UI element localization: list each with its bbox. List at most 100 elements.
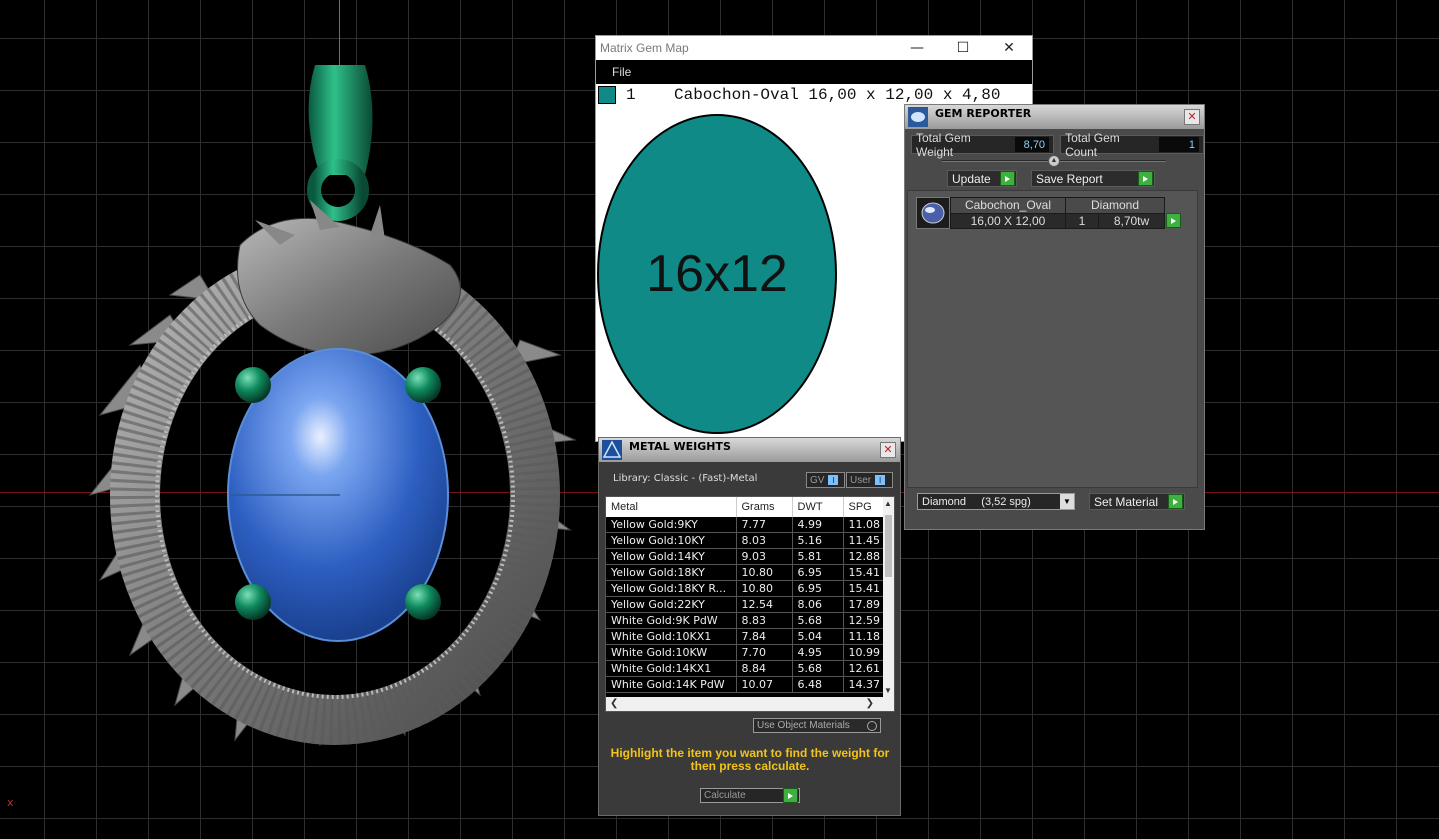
cell-grams: 8.83 <box>736 612 793 629</box>
chevron-down-icon[interactable]: ▼ <box>1060 494 1074 509</box>
cell-grams: 8.03 <box>736 532 793 549</box>
gem-reporter-titlebar[interactable]: GEM REPORTER ✕ <box>905 105 1204 129</box>
calculate-button[interactable]: Calculate <box>700 788 800 803</box>
cell-metal: White Gold:10KW <box>606 644 737 661</box>
scroll-up-icon[interactable]: ▲ <box>884 499 892 508</box>
update-button[interactable]: Update <box>947 170 1017 187</box>
gem-material: Diamond <box>1065 197 1165 214</box>
table-row[interactable]: Yellow Gold:22KY 12.54 8.06 17.89 <box>606 596 887 613</box>
dragon-pendant-model[interactable] <box>80 55 580 755</box>
menu-bar: File <box>596 60 1032 84</box>
cell-grams: 12.54 <box>736 596 793 613</box>
table-row[interactable]: White Gold:14KX1 8.84 5.68 12.61 <box>606 660 887 677</box>
minimize-icon[interactable]: — <box>894 36 940 60</box>
material-select[interactable]: Diamond (3,52 spg) ▼ <box>917 493 1075 510</box>
column-header-spg[interactable]: SPG <box>843 497 887 517</box>
panel-title: GEM REPORTER <box>935 107 1032 120</box>
cell-grams: 8.84 <box>736 660 793 677</box>
total-gem-count: Total Gem Count 1 <box>1060 131 1204 159</box>
table-row[interactable]: Yellow Gold:18KY 10.80 6.95 15.41 <box>606 564 887 581</box>
gem-size: 16,00 X 12,00 <box>950 212 1066 229</box>
table-row[interactable]: White Gold:14K PdW 10.07 6.48 14.37 <box>606 676 887 693</box>
gem-list-item[interactable]: Cabochon_Oval Diamond 16,00 X 12,00 1 8,… <box>916 197 1182 229</box>
gem-item-arrow-icon[interactable] <box>1166 213 1181 228</box>
cell-metal: Yellow Gold:18KY <box>606 564 737 581</box>
menu-file[interactable]: File <box>596 65 631 79</box>
table-row[interactable]: White Gold:9K PdW 8.83 5.68 12.59 <box>606 612 887 629</box>
total-gem-count-label: Total Gem Count <box>1065 130 1120 159</box>
cell-spg: 17.89 <box>843 596 887 613</box>
cell-grams: 10.80 <box>736 564 793 581</box>
table-row[interactable]: Yellow Gold:14KY 9.03 5.81 12.88 <box>606 548 887 565</box>
scroll-thumb[interactable] <box>885 515 892 577</box>
gem-count: 1 <box>1065 212 1099 229</box>
cell-grams: 10.80 <box>736 580 793 597</box>
scroll-left-icon[interactable]: ❮ <box>610 698 618 709</box>
metal-weights-titlebar[interactable]: METAL WEIGHTS ✕ <box>599 438 900 462</box>
gem-shape: Cabochon_Oval <box>950 197 1066 214</box>
cell-spg: 15.41 <box>843 564 887 581</box>
close-icon[interactable]: ✕ <box>880 442 896 458</box>
cell-metal: Yellow Gold:10KY <box>606 532 737 549</box>
axis-label: x <box>7 796 14 809</box>
close-icon[interactable]: ✕ <box>1184 109 1200 125</box>
cell-spg: 11.18 <box>843 628 887 645</box>
cell-spg: 14.37 <box>843 676 887 693</box>
column-header-metal[interactable]: Metal <box>606 497 737 517</box>
cell-dwt: 5.68 <box>792 612 844 629</box>
set-material-button[interactable]: Set Material <box>1089 493 1185 510</box>
metal-table: Metal Grams DWT SPG Yellow Gold:9KY 7.77 4… <box>606 497 887 693</box>
user-label: User <box>850 474 872 486</box>
cell-spg: 15.41 <box>843 580 887 597</box>
gem-description: Cabochon-Oval 16,00 x 12,00 x 4,80 <box>674 86 1001 104</box>
horizontal-scrollbar[interactable]: ❮ ❯ <box>606 697 894 711</box>
play-arrow-icon <box>1000 171 1015 186</box>
gem-list[interactable]: Cabochon_Oval Diamond 16,00 X 12,00 1 8,… <box>907 190 1198 488</box>
cell-metal: Yellow Gold:18KY R... <box>606 580 737 597</box>
gem-oval-diagram[interactable]: 16x12 <box>596 111 840 437</box>
use-object-materials-option[interactable]: Use Object Materials <box>753 718 881 733</box>
column-header-dwt[interactable]: DWT <box>792 497 844 517</box>
slider-knob-icon[interactable]: ▲ <box>1048 155 1060 167</box>
table-row[interactable]: Yellow Gold:10KY 8.03 5.16 11.45 <box>606 532 887 549</box>
gem-thumbnail <box>916 197 950 229</box>
cell-grams: 7.84 <box>736 628 793 645</box>
prong-bead <box>235 584 271 620</box>
panel-title: METAL WEIGHTS <box>629 440 731 453</box>
close-icon[interactable]: ✕ <box>986 36 1032 60</box>
total-gem-weight-label: Total Gem Weight <box>916 130 971 159</box>
total-gem-weight-value: 8,70 <box>1015 137 1050 152</box>
metal-table-container[interactable]: Metal Grams DWT SPG Yellow Gold:9KY 7.77 4… <box>605 496 895 712</box>
scroll-right-icon[interactable]: ❯ <box>866 698 874 709</box>
user-toggle[interactable]: User I <box>846 472 893 488</box>
cell-dwt: 6.95 <box>792 580 844 597</box>
save-report-button[interactable]: Save Report <box>1031 170 1155 187</box>
table-row[interactable]: White Gold:10KW 7.70 4.95 10.99 <box>606 644 887 661</box>
gem-reporter-icon <box>908 107 928 127</box>
table-row[interactable]: Yellow Gold:18KY R... 10.80 6.95 15.41 <box>606 580 887 597</box>
save-report-label: Save Report <box>1036 171 1103 186</box>
gem-row[interactable]: 1 Cabochon-Oval 16,00 x 12,00 x 4,80 <box>596 84 1032 106</box>
cell-grams: 10.07 <box>736 676 793 693</box>
table-row[interactable]: Yellow Gold:9KY 7.77 4.99 11.08 <box>606 517 887 533</box>
update-button-label: Update <box>952 171 991 186</box>
scroll-down-icon[interactable]: ▼ <box>884 686 892 695</box>
use-object-materials-label: Use Object Materials <box>757 720 850 731</box>
window-title: Matrix Gem Map <box>600 41 689 55</box>
gv-toggle[interactable]: GV I <box>806 472 845 488</box>
cell-metal: Yellow Gold:9KY <box>606 517 737 533</box>
vertical-scrollbar[interactable]: ▲ ▼ <box>883 497 894 697</box>
toggle-icon: I <box>875 475 886 485</box>
play-arrow-icon <box>1168 494 1183 509</box>
cell-spg: 11.08 <box>843 517 887 533</box>
radio-icon[interactable] <box>867 720 877 731</box>
cell-dwt: 6.48 <box>792 676 844 693</box>
gem-index: 1 <box>626 86 636 104</box>
table-row[interactable]: White Gold:10KX1 7.84 5.04 11.18 <box>606 628 887 645</box>
maximize-icon[interactable]: ☐ <box>940 36 986 60</box>
gem-map-titlebar[interactable]: Matrix Gem Map — ☐ ✕ <box>596 36 1032 60</box>
library-label: Library: Classic - (Fast)-Metal <box>613 473 758 484</box>
column-header-grams[interactable]: Grams <box>736 497 793 517</box>
cell-metal: White Gold:9K PdW <box>606 612 737 629</box>
prong-bead <box>405 367 441 403</box>
